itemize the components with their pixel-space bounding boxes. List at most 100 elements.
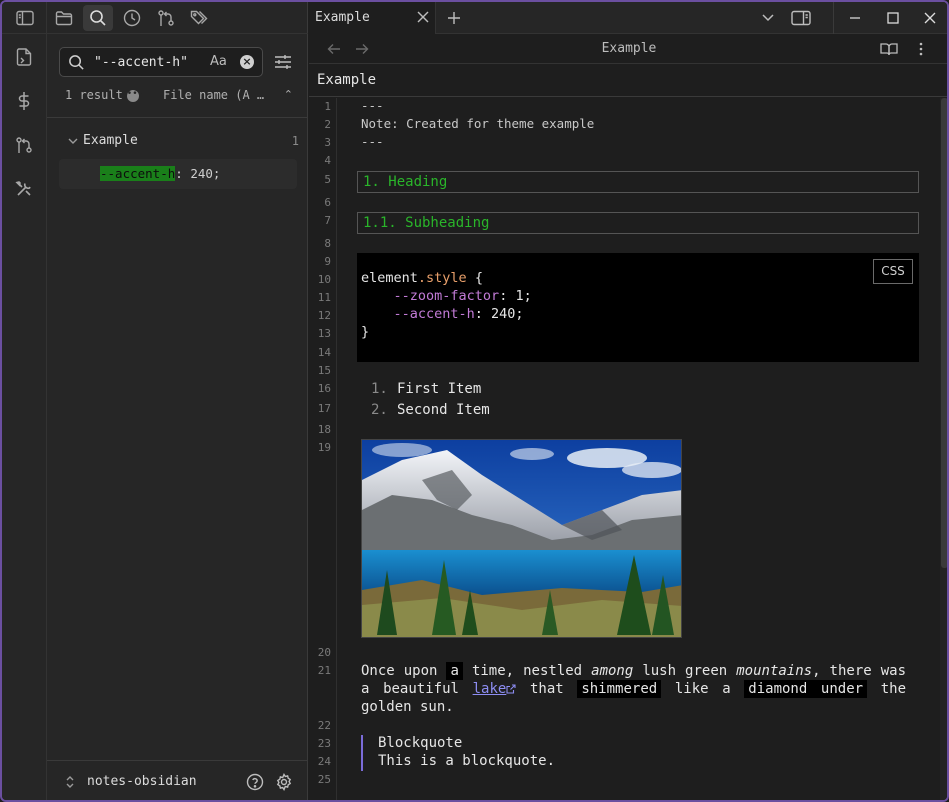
code-open-brace: { bbox=[466, 270, 483, 286]
close-window-button[interactable] bbox=[911, 2, 947, 34]
line-number: 6 bbox=[324, 196, 331, 209]
line-number: 11 bbox=[317, 291, 331, 304]
frontmatter-open: --- bbox=[361, 98, 384, 113]
more-options-icon[interactable]: ••• bbox=[126, 89, 143, 102]
maximize-button[interactable] bbox=[874, 2, 912, 34]
minimize-icon bbox=[849, 12, 861, 24]
dollar-button[interactable] bbox=[13, 90, 35, 112]
para-text: like a bbox=[661, 681, 745, 697]
line-number: 23 bbox=[317, 737, 331, 750]
search-settings-button[interactable] bbox=[271, 50, 295, 74]
frontmatter-note: Note: Created for theme example bbox=[361, 116, 595, 131]
sort-select[interactable]: File name (A … ⌃ bbox=[163, 88, 293, 102]
tools-button[interactable] bbox=[13, 178, 35, 200]
scrollbar-thumb[interactable] bbox=[941, 98, 947, 568]
line-number: 22 bbox=[317, 719, 331, 732]
inline-code: a bbox=[446, 662, 463, 680]
tab-search[interactable] bbox=[83, 5, 113, 31]
list-text: First Item bbox=[397, 381, 482, 397]
line-number: 16 bbox=[317, 382, 331, 395]
git-button[interactable] bbox=[13, 134, 35, 156]
match-case-toggle[interactable]: Aa bbox=[210, 54, 227, 69]
line-number: 20 bbox=[317, 646, 331, 659]
line-number: 9 bbox=[324, 255, 331, 268]
external-link[interactable]: lake bbox=[473, 681, 517, 697]
tab-example[interactable]: Example bbox=[309, 2, 436, 34]
heading-1: 1. Heading bbox=[357, 171, 919, 193]
link-text[interactable]: lake bbox=[473, 681, 507, 697]
file-plus-icon bbox=[15, 47, 33, 67]
line-number: 1 bbox=[324, 100, 331, 113]
result-match-count: 1 bbox=[291, 134, 299, 148]
search-icon bbox=[89, 9, 107, 27]
tab-recent[interactable] bbox=[117, 5, 147, 31]
para-text: lush green bbox=[633, 663, 737, 679]
git-branch-icon bbox=[15, 136, 33, 154]
reading-view-icon[interactable] bbox=[880, 42, 898, 56]
git-compare-icon bbox=[157, 9, 175, 27]
frontmatter-close: --- bbox=[361, 134, 384, 149]
code-value: : 1; bbox=[499, 288, 532, 304]
app-window: Aa × 1 result••• File name (A … ⌃ Exampl… bbox=[0, 0, 949, 802]
dollar-icon bbox=[17, 91, 31, 111]
view-title[interactable]: Example bbox=[309, 41, 947, 56]
editor[interactable]: --- Note: Created for theme example --- … bbox=[337, 98, 939, 800]
list-text: Second Item bbox=[397, 402, 490, 418]
tab-bar: Example bbox=[309, 2, 947, 34]
right-sidebar-toggle-icon[interactable] bbox=[791, 10, 811, 26]
embedded-image[interactable] bbox=[361, 439, 682, 638]
search-result-file[interactable]: Example 1 bbox=[59, 132, 299, 152]
new-tab-icon[interactable] bbox=[446, 10, 462, 26]
line-number: 25 bbox=[317, 773, 331, 786]
tab-git[interactable] bbox=[151, 5, 181, 31]
sort-label: File name (A … bbox=[163, 88, 265, 102]
clear-search-button[interactable]: × bbox=[240, 55, 254, 69]
code-language-label[interactable]: CSS bbox=[873, 259, 913, 284]
code-variable: --accent-h bbox=[393, 306, 475, 322]
search-result-match[interactable]: --accent-h: 240; bbox=[59, 159, 297, 189]
vault-switcher-icon[interactable] bbox=[65, 775, 75, 789]
tab-tags[interactable] bbox=[185, 5, 215, 31]
sidebar-tab-bar bbox=[47, 2, 308, 34]
search-input[interactable] bbox=[94, 52, 204, 72]
divider bbox=[47, 117, 308, 118]
sidebar-toggle-button[interactable] bbox=[2, 2, 47, 34]
search-box: Aa × bbox=[59, 47, 263, 77]
more-options-icon[interactable] bbox=[919, 42, 923, 56]
note-title[interactable]: Example bbox=[317, 72, 376, 88]
new-note-button[interactable] bbox=[13, 46, 35, 68]
minimize-button[interactable] bbox=[836, 2, 874, 34]
help-icon[interactable] bbox=[246, 773, 264, 791]
list-item: 2. Second Item bbox=[371, 402, 490, 418]
tags-icon bbox=[190, 9, 210, 27]
match-highlight: --accent-h bbox=[100, 166, 176, 181]
para-text: time, nestled bbox=[462, 663, 592, 679]
line-number: 12 bbox=[317, 309, 331, 322]
vault-footer: notes-obsidian bbox=[47, 760, 308, 800]
heading-2-text: 1.1. Subheading bbox=[363, 215, 490, 231]
line-number: 18 bbox=[317, 423, 331, 436]
match-rest: : 240; bbox=[175, 166, 221, 181]
list-number: 1. bbox=[371, 381, 388, 397]
list-item: 1. First Item bbox=[371, 381, 481, 397]
tab-list-icon[interactable] bbox=[761, 12, 775, 24]
search-icon bbox=[68, 54, 85, 71]
maximize-icon bbox=[887, 12, 899, 24]
vault-name[interactable]: notes-obsidian bbox=[87, 774, 197, 789]
line-number: 5 bbox=[324, 173, 331, 186]
line-number: 4 bbox=[324, 154, 331, 167]
code-selector: element bbox=[361, 270, 418, 286]
line-number: 2 bbox=[324, 118, 331, 131]
close-tab-icon[interactable] bbox=[416, 10, 430, 24]
line-number: 14 bbox=[317, 346, 331, 359]
blockquote-line: Blockquote bbox=[378, 735, 463, 751]
left-sidebar: Aa × 1 result••• File name (A … ⌃ Exampl… bbox=[47, 2, 308, 800]
result-file-name: Example bbox=[83, 133, 138, 148]
result-count: 1 result bbox=[65, 88, 123, 102]
settings-icon[interactable] bbox=[275, 773, 293, 791]
blockquote: Blockquote This is a blockquote. bbox=[361, 735, 661, 771]
line-number: 10 bbox=[317, 273, 331, 286]
italic-text: mountains bbox=[736, 663, 813, 679]
inline-title: Example bbox=[309, 64, 947, 97]
tab-files[interactable] bbox=[49, 5, 79, 31]
